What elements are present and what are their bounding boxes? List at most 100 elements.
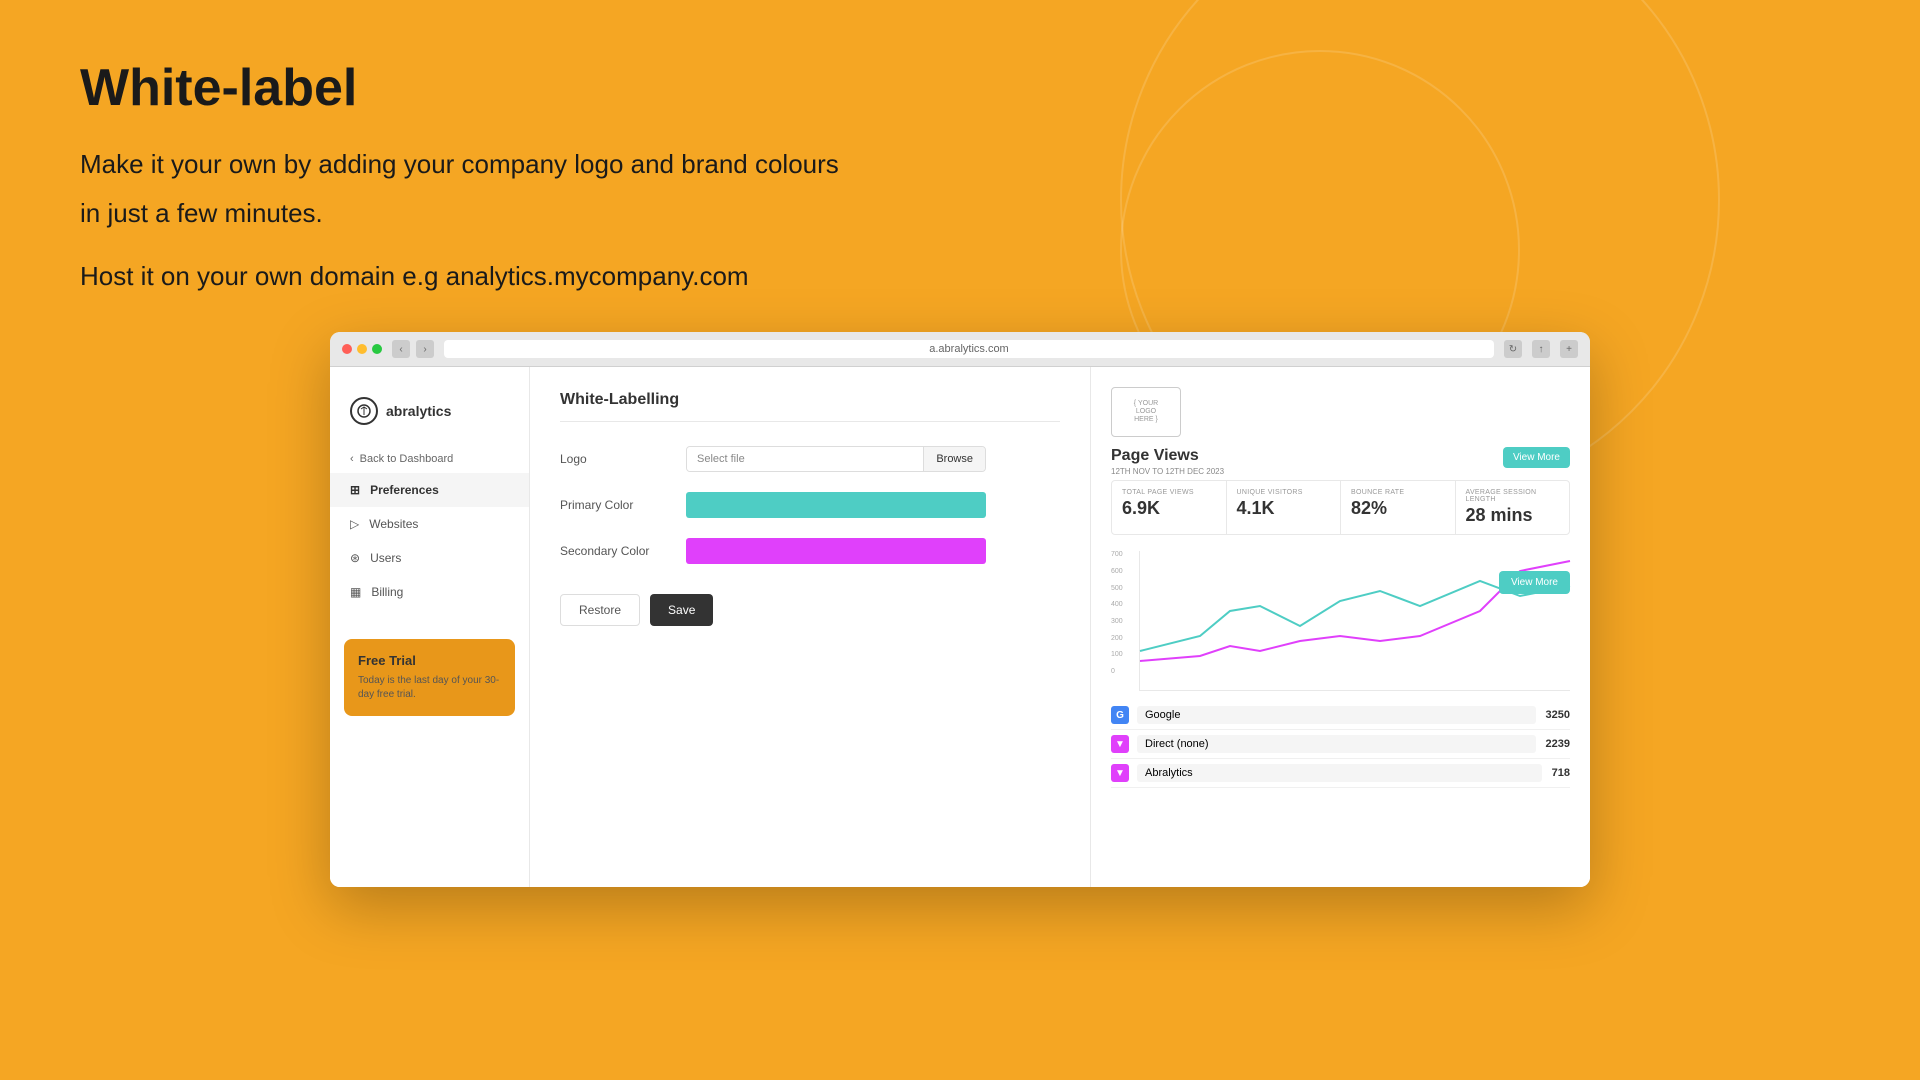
back-arrow-icon: ‹ <box>350 453 354 465</box>
domain-text: Host it on your own domain e.g analytics… <box>80 261 1840 292</box>
abralytics-count: 718 <box>1552 767 1570 779</box>
logo-label: Logo <box>560 452 670 466</box>
y-label-0: 0 <box>1111 668 1123 675</box>
secondary-color-label: Secondary Color <box>560 544 670 558</box>
sidebar-logo: abralytics <box>330 387 529 445</box>
chart-area: 700 600 500 400 300 200 100 0 <box>1111 551 1570 691</box>
stat-label-0: TOTAL PAGE VIEWS <box>1122 489 1216 496</box>
secondary-color-bar[interactable] <box>686 538 986 564</box>
sidebar-logo-text: abralytics <box>386 403 451 419</box>
chart-svg <box>1140 551 1570 666</box>
dot-green[interactable] <box>372 344 382 354</box>
browser-back-btn[interactable]: ‹ <box>392 340 410 358</box>
page-views-date: 12TH NOV TO 12TH DEC 2023 <box>1111 467 1224 476</box>
billing-icon: ▦ <box>350 585 361 599</box>
primary-color-row: Primary Color <box>560 492 1060 518</box>
page-views-title: Page Views <box>1111 447 1224 465</box>
browser-share-btn[interactable]: ↑ <box>1532 340 1550 358</box>
page-views-header: Page Views 12TH NOV TO 12TH DEC 2023 Vie… <box>1111 447 1570 476</box>
stat-unique-visitors: UNIQUE VISITORS 4.1K <box>1227 481 1342 534</box>
google-icon: G <box>1111 706 1129 724</box>
address-bar[interactable]: a.abralytics.com <box>444 340 1494 358</box>
stat-bounce-rate: BOUNCE RATE 82% <box>1341 481 1456 534</box>
google-count: 3250 <box>1546 709 1570 721</box>
logo-icon <box>350 397 378 425</box>
logo-placeholder-text: { YOURLOGOHERE } <box>1134 400 1158 425</box>
stat-label-1: UNIQUE VISITORS <box>1237 489 1331 496</box>
save-button[interactable]: Save <box>650 594 713 626</box>
preferences-label: Preferences <box>370 483 439 497</box>
traffic-sources: G Google 3250 ▼ Direct (none) 2239 ▼ Abr… <box>1111 701 1570 788</box>
browser-controls: ‹ › <box>392 340 434 358</box>
stat-avg-session: AVERAGE SESSION LENGTH 28 mins <box>1456 481 1570 534</box>
y-label-700: 700 <box>1111 551 1123 558</box>
y-label-600: 600 <box>1111 568 1123 575</box>
users-icon: ⊛ <box>350 551 360 565</box>
sidebar-item-users[interactable]: ⊛ Users <box>330 541 529 575</box>
dot-red[interactable] <box>342 344 352 354</box>
direct-count: 2239 <box>1546 738 1570 750</box>
primary-color-label: Primary Color <box>560 498 670 512</box>
action-buttons: Restore Save <box>560 594 1060 626</box>
stat-value-1: 4.1K <box>1237 498 1331 519</box>
sidebar-item-websites[interactable]: ▷ Websites <box>330 507 529 541</box>
free-trial-description: Today is the last day of your 30-day fre… <box>358 674 501 702</box>
free-trial-title: Free Trial <box>358 653 501 668</box>
stat-value-0: 6.9K <box>1122 498 1216 519</box>
traffic-row-google: G Google 3250 <box>1111 701 1570 730</box>
primary-color-bar[interactable] <box>686 492 986 518</box>
browser-body: abralytics ‹ Back to Dashboard ⊞ Prefere… <box>330 367 1590 887</box>
sidebar-item-billing[interactable]: ▦ Billing <box>330 575 529 609</box>
headline: White-label <box>80 60 1840 117</box>
logo-placeholder: { YOURLOGOHERE } <box>1111 387 1181 437</box>
dot-yellow[interactable] <box>357 344 367 354</box>
direct-name: Direct (none) <box>1137 735 1536 753</box>
section-title: White-Labelling <box>560 391 1060 422</box>
stat-label-3: AVERAGE SESSION LENGTH <box>1466 489 1560 503</box>
websites-label: Websites <box>369 517 418 531</box>
stat-total-page-views: TOTAL PAGE VIEWS 6.9K <box>1112 481 1227 534</box>
abralytics-icon: ▼ <box>1111 764 1129 782</box>
y-label-500: 500 <box>1111 585 1123 592</box>
stat-value-3: 28 mins <box>1466 505 1560 526</box>
y-label-400: 400 <box>1111 601 1123 608</box>
stats-row: TOTAL PAGE VIEWS 6.9K UNIQUE VISITORS 4.… <box>1111 480 1570 535</box>
y-label-200: 200 <box>1111 635 1123 642</box>
chart-y-labels: 700 600 500 400 300 200 100 0 <box>1111 551 1123 691</box>
back-label: Back to Dashboard <box>360 453 454 465</box>
browser-forward-btn[interactable]: › <box>416 340 434 358</box>
direct-icon: ▼ <box>1111 735 1129 753</box>
browser-add-btn[interactable]: + <box>1560 340 1578 358</box>
subtext-line1: Make it your own by adding your company … <box>80 145 1840 184</box>
browser-window: ‹ › a.abralytics.com ↻ ↑ + abraly <box>330 332 1590 887</box>
browser-refresh-btn[interactable]: ↻ <box>1504 340 1522 358</box>
file-input-placeholder: Select file <box>687 447 923 471</box>
view-more-button-2[interactable]: View More <box>1499 571 1570 594</box>
view-more-button[interactable]: View More <box>1503 447 1570 468</box>
secondary-color-row: Secondary Color <box>560 538 1060 564</box>
main-content: White-Labelling Logo Select file Browse … <box>530 367 1090 887</box>
billing-label: Billing <box>371 585 403 599</box>
websites-icon: ▷ <box>350 517 359 531</box>
traffic-row-direct: ▼ Direct (none) 2239 <box>1111 730 1570 759</box>
sidebar-item-preferences[interactable]: ⊞ Preferences <box>330 473 529 507</box>
free-trial-box: Free Trial Today is the last day of your… <box>344 639 515 716</box>
chart-canvas: View More <box>1139 551 1570 691</box>
file-input[interactable]: Select file Browse <box>686 446 986 472</box>
preview-panel: { YOURLOGOHERE } Page Views 12TH NOV TO … <box>1090 367 1590 887</box>
sidebar: abralytics ‹ Back to Dashboard ⊞ Prefere… <box>330 367 530 887</box>
sidebar-back-button[interactable]: ‹ Back to Dashboard <box>330 445 529 473</box>
users-label: Users <box>370 551 401 565</box>
preferences-icon: ⊞ <box>350 483 360 497</box>
google-name: Google <box>1137 706 1536 724</box>
abralytics-name: Abralytics <box>1137 764 1542 782</box>
logo-form-row: Logo Select file Browse <box>560 446 1060 472</box>
y-label-100: 100 <box>1111 651 1123 658</box>
stat-value-2: 82% <box>1351 498 1445 519</box>
restore-button[interactable]: Restore <box>560 594 640 626</box>
browser-bar: ‹ › a.abralytics.com ↻ ↑ + <box>330 332 1590 367</box>
browser-dots <box>342 344 382 354</box>
y-label-300: 300 <box>1111 618 1123 625</box>
browse-button[interactable]: Browse <box>923 447 985 471</box>
stat-label-2: BOUNCE RATE <box>1351 489 1445 496</box>
